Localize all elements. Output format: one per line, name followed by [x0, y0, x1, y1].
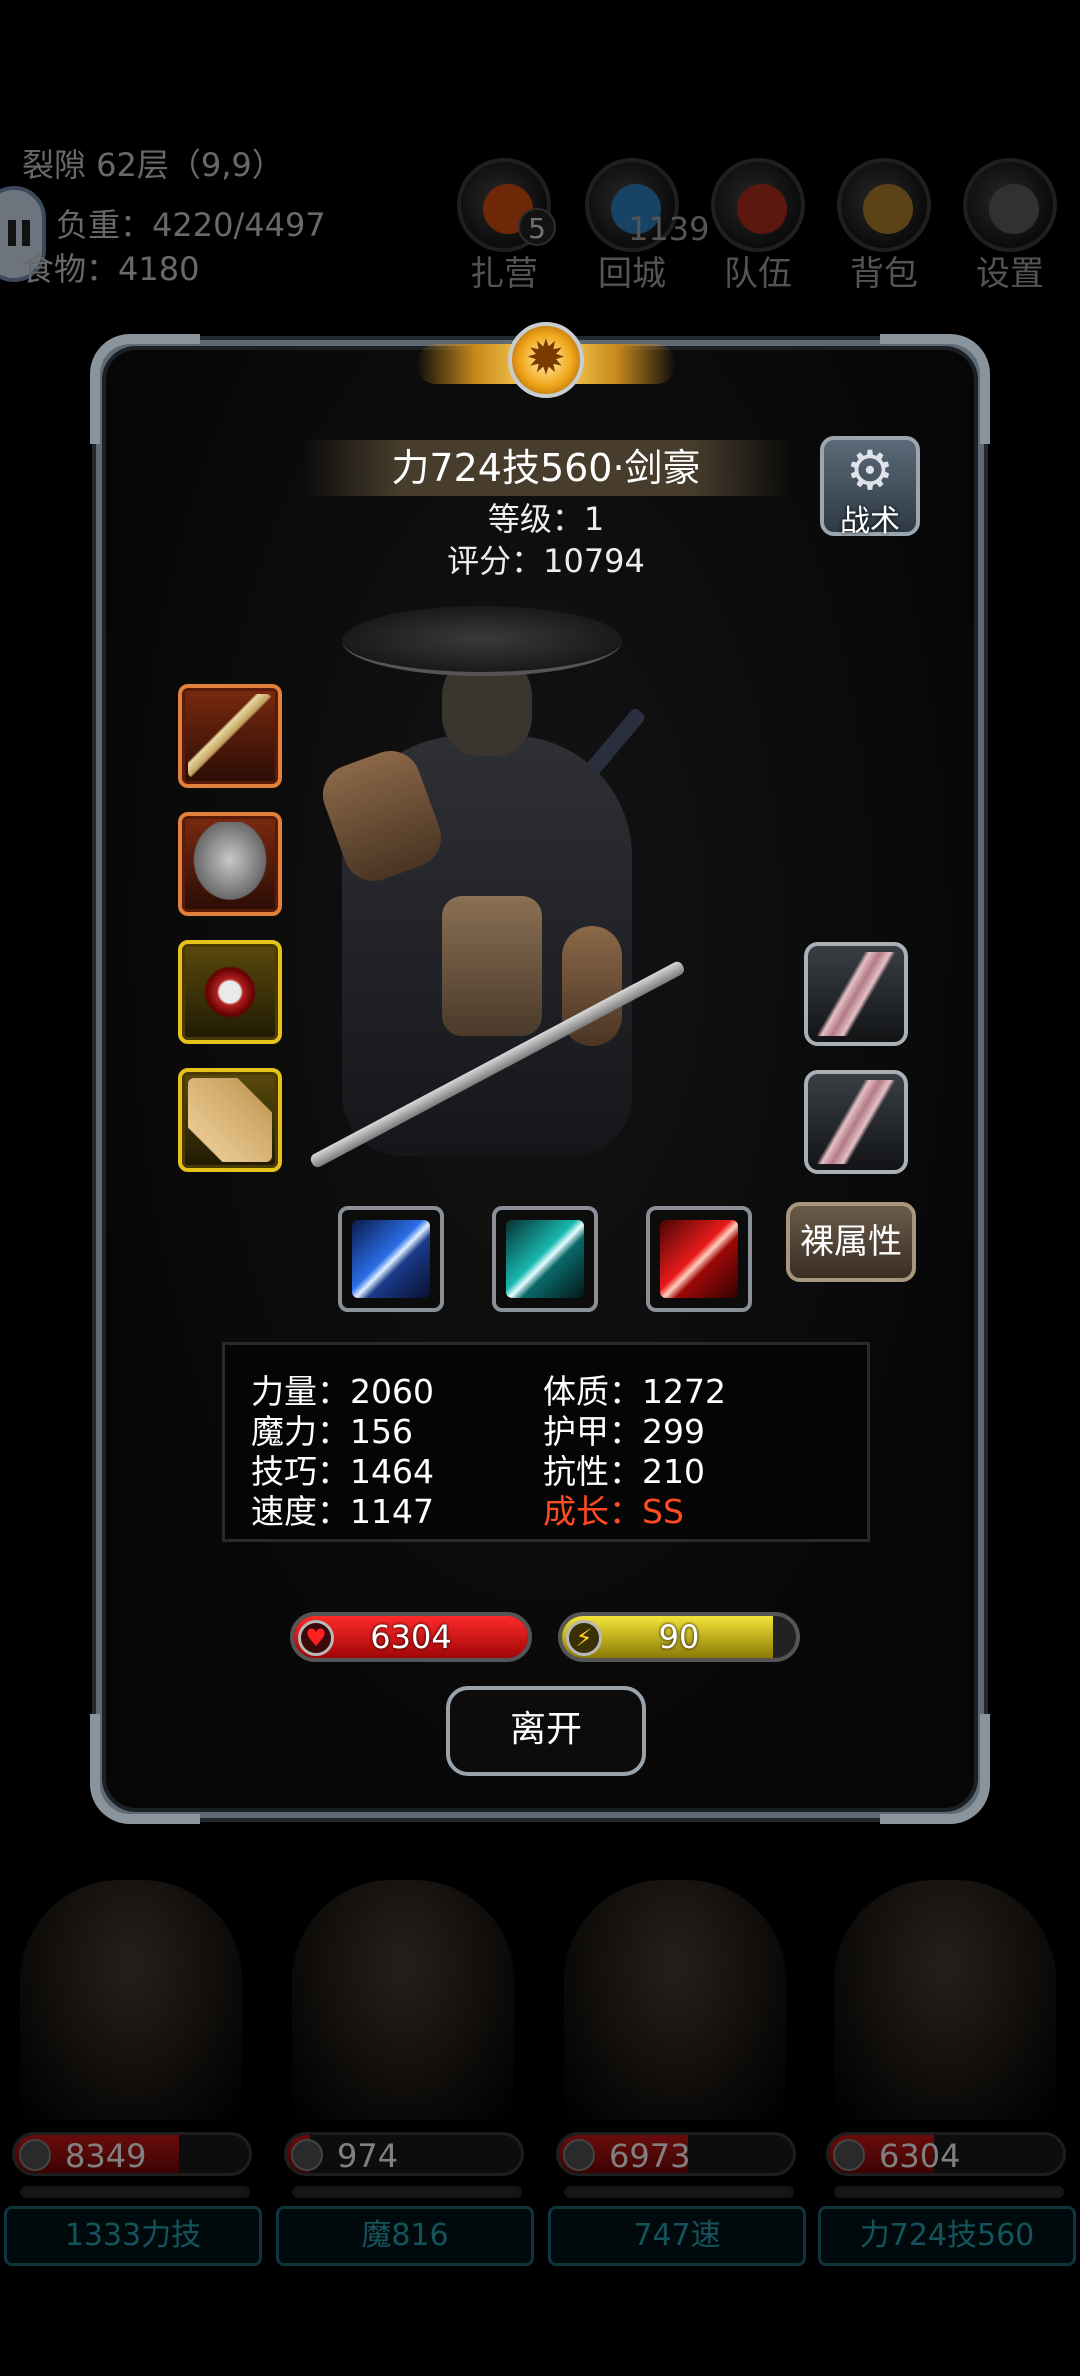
team-hp-bar: 6973	[556, 2132, 796, 2176]
ring-icon	[188, 950, 272, 1034]
equip-slot-scroll[interactable]	[178, 1068, 282, 1172]
character-dialog: 力724技560·剑豪 等级：1 评分：10794 ⚙ 战术	[90, 322, 990, 1824]
team-label: 队伍	[724, 254, 792, 294]
team-hp-value: 6973	[609, 2137, 691, 2175]
location-text: 裂隙 62层（9,9）	[22, 146, 284, 184]
team-card[interactable]: 8349 1333力技	[0, 1880, 262, 2270]
team-energy-bar	[20, 2186, 250, 2198]
equip-slot-weapon[interactable]	[178, 684, 282, 788]
team-card[interactable]: 6304 力724技560	[814, 1880, 1076, 2270]
backpack-button[interactable]: 背包	[836, 158, 932, 295]
gear-icon	[989, 184, 1039, 234]
food-text: 食物：4180	[22, 250, 200, 288]
feather-icon	[814, 1080, 898, 1164]
blue-slash-icon	[352, 1220, 430, 1298]
camp-badge: 5	[518, 208, 556, 246]
hp-icon	[563, 2139, 595, 2171]
team-button[interactable]: 队伍	[710, 158, 806, 295]
backpack-label: 背包	[850, 254, 918, 294]
stat-speed: 速度：1147	[251, 1492, 434, 1531]
hero-artwork	[292, 596, 812, 1296]
team-energy-bar	[834, 2186, 1064, 2198]
feather-icon	[814, 952, 898, 1036]
camp-button[interactable]: 5 扎营	[456, 158, 556, 295]
team-name: 747速	[548, 2206, 806, 2266]
tactics-label: 战术	[840, 504, 900, 539]
skill-slot-1[interactable]	[338, 1206, 444, 1312]
scroll-icon	[188, 1078, 272, 1162]
team-hp-value: 6304	[879, 2137, 961, 2175]
hud-counter: 1139	[628, 210, 710, 248]
bare-stats-button[interactable]: 裸属性	[786, 1202, 916, 1282]
team-hp-bar: 974	[284, 2132, 524, 2176]
skill-slot-3[interactable]	[646, 1206, 752, 1312]
equip-slot-rune-2[interactable]	[804, 1070, 908, 1174]
hero-score: 评分：10794	[447, 542, 645, 580]
equip-slot-rune-1[interactable]	[804, 942, 908, 1046]
gear-icon: ⚙	[845, 439, 895, 502]
camp-label: 扎营	[470, 254, 538, 294]
leave-button[interactable]: 离开	[446, 1686, 646, 1776]
hp-icon	[19, 2139, 51, 2171]
equip-slot-accessory[interactable]	[178, 940, 282, 1044]
hp-icon	[833, 2139, 865, 2171]
team-icon	[737, 184, 787, 234]
team-name: 1333力技	[4, 2206, 262, 2266]
top-hud: 裂隙 62层（9,9） 负重：4220/4497 食物：4180 5 扎营 回城…	[0, 0, 1080, 330]
team-energy-bar	[292, 2186, 522, 2198]
armor-icon	[188, 822, 272, 906]
tactics-button[interactable]: ⚙ 战术	[820, 436, 920, 539]
team-hp-bar: 8349	[12, 2132, 252, 2176]
stats-panel: 力量：2060 体质：1272 魔力：156 护甲：299 技巧：1464 抗性…	[222, 1342, 870, 1542]
hero-portrait	[20, 1880, 242, 2120]
sun-emblem-icon	[508, 322, 584, 398]
hp-value: 6304	[370, 1618, 452, 1656]
hp-bar: ♥ 6304	[290, 1612, 532, 1662]
equip-slot-armor[interactable]	[178, 812, 282, 916]
settings-label: 设置	[976, 254, 1044, 294]
team-hp-value: 974	[337, 2137, 399, 2175]
frame-corner	[880, 334, 990, 444]
team-name: 魔816	[276, 2206, 534, 2266]
teal-slash-icon	[506, 1220, 584, 1298]
energy-value: 90	[658, 1618, 700, 1656]
dialog-crest	[416, 314, 676, 424]
team-hp-bar: 6304	[826, 2132, 1066, 2176]
team-energy-bar	[564, 2186, 794, 2198]
frame-corner	[90, 334, 200, 444]
red-slash-icon	[660, 1220, 738, 1298]
skill-slot-2[interactable]	[492, 1206, 598, 1312]
team-hp-value: 8349	[65, 2137, 147, 2175]
return-town-label: 回城	[598, 254, 666, 294]
hero-portrait	[292, 1880, 514, 2120]
hero-portrait	[564, 1880, 786, 2120]
energy-bar: ⚡ 90	[558, 1612, 800, 1662]
team-card[interactable]: 974 魔816	[272, 1880, 534, 2270]
dagger-icon	[188, 694, 272, 778]
backpack-icon	[863, 184, 913, 234]
weight-text: 负重：4220/4497	[56, 206, 326, 244]
hero-portrait	[834, 1880, 1056, 2120]
hp-icon	[291, 2139, 323, 2171]
team-name: 力724技560	[818, 2206, 1076, 2266]
stat-growth: 成长：SS	[543, 1492, 684, 1531]
frame-corner	[90, 1714, 200, 1824]
team-bar: 8349 1333力技 974 魔816 6973 747速 6304 力724…	[0, 1880, 1080, 2280]
team-card[interactable]: 6973 747速	[544, 1880, 806, 2270]
settings-button[interactable]: 设置	[962, 158, 1058, 295]
frame-corner	[880, 1714, 990, 1824]
